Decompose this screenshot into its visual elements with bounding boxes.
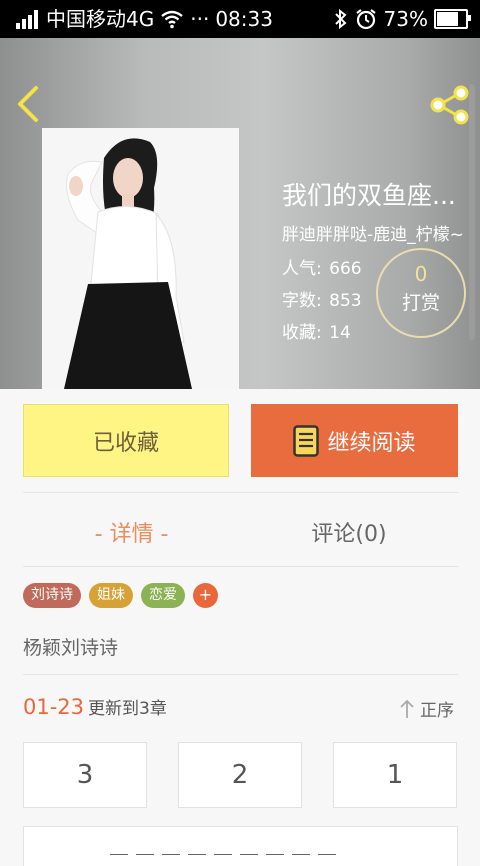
add-tag-button[interactable]: + [193, 583, 218, 608]
update-text: 更新到3章 [88, 699, 167, 719]
book-header: 我们的双鱼座... 胖迪胖胖哒-鹿迪_柠檬~ 人气: 666 字数: 853 收… [0, 38, 480, 389]
tag-chip[interactable]: 姐妹 [89, 583, 133, 608]
reward-label: 打赏 [401, 292, 440, 314]
divider [23, 566, 458, 567]
book-author[interactable]: 胖迪胖胖哒-鹿迪_柠檬~ [282, 220, 464, 245]
battery-icon [434, 9, 471, 29]
tab-comments-label: 评论(0) [311, 522, 387, 547]
sort-order-toggle[interactable]: 正序 [400, 696, 454, 721]
chapter-button[interactable]: 1 [333, 742, 457, 808]
alarm-icon [355, 9, 376, 30]
wifi-icon [161, 10, 183, 29]
update-info: 01-23 更新到3章 [23, 694, 167, 719]
stat-favorites: 收藏: 14 [282, 318, 351, 343]
battery-percent: 73% [383, 7, 428, 31]
chapter-list-item[interactable] [23, 826, 458, 866]
stat-value: 666 [329, 259, 362, 279]
continue-reading-label: 继续阅读 [327, 430, 416, 456]
tag-list: 刘诗诗 姐妹 恋爱 + [23, 583, 218, 608]
tag-chip[interactable]: 刘诗诗 [23, 583, 81, 608]
clock: 08:33 [215, 7, 273, 31]
stat-label: 字数: [282, 291, 322, 311]
reward-count: 0 [414, 262, 428, 286]
stat-value: 14 [329, 323, 351, 343]
arrow-up-icon [400, 699, 414, 718]
book-icon [293, 424, 320, 457]
signal-icon [16, 9, 40, 29]
tab-details[interactable]: - 详情 - [23, 516, 240, 548]
back-arrow-icon[interactable] [12, 84, 46, 124]
favorited-label: 已收藏 [92, 430, 159, 456]
status-bar: 中国移动4G ··· 08:33 73% [0, 0, 480, 38]
reward-button[interactable]: 0 打赏 [376, 248, 466, 338]
divider [23, 674, 458, 675]
stat-label: 收藏: [282, 323, 322, 343]
chapter-button[interactable]: 3 [23, 742, 147, 808]
bluetooth-icon [334, 9, 347, 29]
cover-photo [42, 128, 239, 389]
stat-value: 853 [329, 291, 362, 311]
update-date: 01-23 [23, 695, 85, 719]
stat-popularity: 人气: 666 [282, 254, 362, 279]
tab-comments[interactable]: 评论(0) [240, 516, 458, 548]
carrier-text: 中国移动4G [46, 7, 155, 31]
scrollbar[interactable] [469, 84, 475, 340]
book-description: 杨颖刘诗诗 [23, 637, 119, 659]
more-dots: ··· [190, 7, 210, 31]
stat-word-count: 字数: 853 [282, 286, 362, 311]
stat-label: 人气: [282, 259, 322, 279]
tab-details-label: - 详情 - [94, 522, 169, 547]
tag-chip[interactable]: 恋爱 [141, 583, 185, 608]
favorited-button[interactable]: 已收藏 [23, 404, 229, 477]
share-icon[interactable] [428, 84, 470, 126]
chapter-button[interactable]: 2 [178, 742, 302, 808]
continue-reading-button[interactable]: 继续阅读 [251, 404, 458, 477]
sort-order-label: 正序 [420, 701, 454, 721]
divider [23, 492, 458, 493]
book-cover-image[interactable] [42, 128, 239, 389]
book-title: 我们的双鱼座... [282, 181, 456, 210]
